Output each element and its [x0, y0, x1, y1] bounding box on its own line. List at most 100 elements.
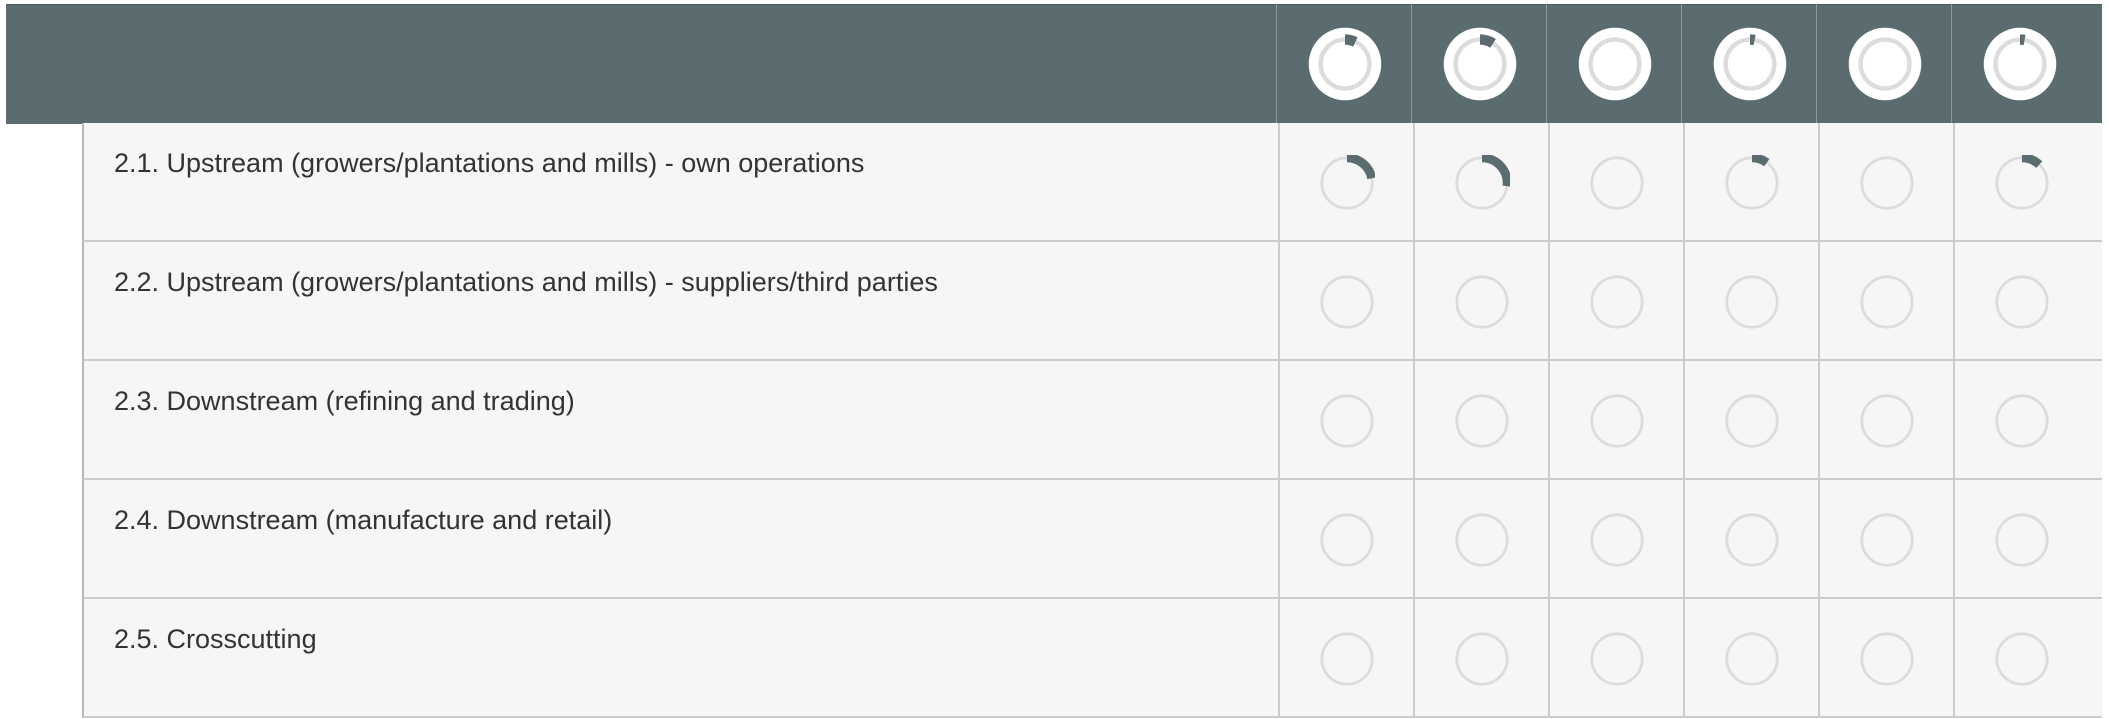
status-cell[interactable] [1953, 599, 2089, 718]
progress-ring-icon [1860, 632, 1914, 686]
status-ring-icon [1589, 274, 1645, 330]
progress-ring-icon [1995, 275, 2049, 329]
progress-ring-icon [1860, 394, 1914, 448]
progress-ring-icon [1725, 513, 1779, 567]
status-ring-icon [1589, 512, 1645, 568]
progress-ring-icon [1848, 27, 1922, 101]
row-label: 2.1. Upstream (growers/plantations and m… [114, 148, 865, 178]
progress-ring-icon [1860, 513, 1914, 567]
status-ring-icon [1454, 631, 1510, 687]
status-cell[interactable] [1818, 123, 1954, 242]
status-cell[interactable] [1683, 480, 1819, 599]
progress-ring-icon [1995, 394, 2049, 448]
status-cell[interactable] [1818, 599, 1954, 718]
progress-ring-icon [1983, 27, 2057, 101]
progress-ring-icon [1590, 275, 1644, 329]
status-cell[interactable] [1683, 123, 1819, 242]
status-ring-icon [1724, 274, 1780, 330]
progress-ring-icon [1443, 27, 1517, 101]
header-column-4 [1681, 4, 1818, 123]
progress-arc [1479, 34, 1496, 48]
progress-ring-icon [1995, 513, 2049, 567]
status-cell[interactable] [1278, 123, 1414, 242]
status-cell[interactable] [1413, 123, 1549, 242]
status-ring-icon [1994, 274, 2050, 330]
status-cell[interactable] [1683, 242, 1819, 361]
progress-ring-icon [1578, 27, 1652, 101]
status-cell[interactable] [1953, 480, 2089, 599]
status-cell[interactable] [1953, 242, 2089, 361]
header-column-1 [1276, 4, 1413, 123]
status-ring-icon [1589, 631, 1645, 687]
status-cell[interactable] [1953, 123, 2089, 242]
progress-ring-icon [1995, 632, 2049, 686]
status-cell[interactable] [1548, 361, 1684, 480]
progress-ring-icon [1860, 156, 1914, 210]
status-cell[interactable] [1413, 361, 1549, 480]
status-cell[interactable] [1683, 361, 1819, 480]
status-ring-icon [1859, 631, 1915, 687]
status-ring-icon [1859, 274, 1915, 330]
status-cell[interactable] [1278, 599, 1414, 718]
progress-arc [1346, 153, 1377, 180]
progress-ring-icon [1443, 27, 1517, 101]
status-cell[interactable] [1413, 242, 1549, 361]
progress-arc [1481, 153, 1512, 187]
row-label: 2.4. Downstream (manufacture and retail) [114, 505, 613, 535]
status-ring-icon [1454, 274, 1510, 330]
header-column-3 [1546, 4, 1683, 123]
progress-ring-icon [1308, 27, 1382, 101]
status-ring-icon [1859, 512, 1915, 568]
assessment-matrix: 2.1. Upstream (growers/plantations and m… [0, 0, 2109, 719]
progress-ring-icon [1320, 275, 1374, 329]
status-ring-icon [1994, 512, 2050, 568]
status-cell[interactable] [1278, 361, 1414, 480]
progress-ring-icon [1455, 394, 1509, 448]
progress-ring-icon [1590, 513, 1644, 567]
status-cell[interactable] [1548, 242, 1684, 361]
status-ring-icon [1589, 393, 1645, 449]
status-ring-icon [1319, 274, 1375, 330]
status-ring-icon [1319, 512, 1375, 568]
status-cell[interactable] [1683, 599, 1819, 718]
progress-ring-icon [1713, 27, 1787, 101]
status-ring-icon [1454, 153, 1512, 211]
progress-ring-icon [1455, 153, 1512, 210]
progress-ring-icon [1320, 632, 1374, 686]
progress-ring-icon [1983, 27, 2057, 101]
status-cell[interactable] [1953, 361, 2089, 480]
status-cell[interactable] [1818, 480, 1954, 599]
header-column-5 [1816, 4, 1953, 123]
status-cell[interactable] [1413, 599, 1549, 718]
progress-ring-icon [1455, 632, 1509, 686]
progress-ring-icon [1455, 513, 1509, 567]
status-cell[interactable] [1818, 361, 1954, 480]
status-ring-icon [1994, 393, 2050, 449]
progress-ring-icon [1725, 275, 1779, 329]
progress-ring-icon [1308, 27, 1382, 101]
progress-ring-icon [1725, 632, 1779, 686]
status-ring-icon [1724, 393, 1780, 449]
progress-arc [2021, 153, 2043, 169]
progress-arc [1344, 34, 1358, 47]
row-label: 2.2. Upstream (growers/plantations and m… [114, 267, 938, 297]
status-cell[interactable] [1413, 480, 1549, 599]
table-row: 2.4. Downstream (manufacture and retail) [82, 480, 2102, 599]
status-cell[interactable] [1278, 242, 1414, 361]
status-cell[interactable] [1548, 123, 1684, 242]
progress-ring-icon [1713, 27, 1787, 101]
progress-ring-icon [1320, 394, 1374, 448]
status-ring-icon [1724, 512, 1780, 568]
status-ring-icon [1994, 631, 2050, 687]
progress-ring-icon [1590, 632, 1644, 686]
status-cell[interactable] [1278, 480, 1414, 599]
status-ring-icon [1454, 512, 1510, 568]
table-row: 2.3. Downstream (refining and trading) [82, 361, 2102, 480]
progress-ring-icon [1995, 153, 2049, 210]
status-cell[interactable] [1818, 242, 1954, 361]
status-cell[interactable] [1548, 599, 1684, 718]
progress-ring-icon [1578, 27, 1652, 101]
progress-ring-icon [1725, 394, 1779, 448]
status-cell[interactable] [1548, 480, 1684, 599]
table-row: 2.1. Upstream (growers/plantations and m… [82, 123, 2102, 242]
